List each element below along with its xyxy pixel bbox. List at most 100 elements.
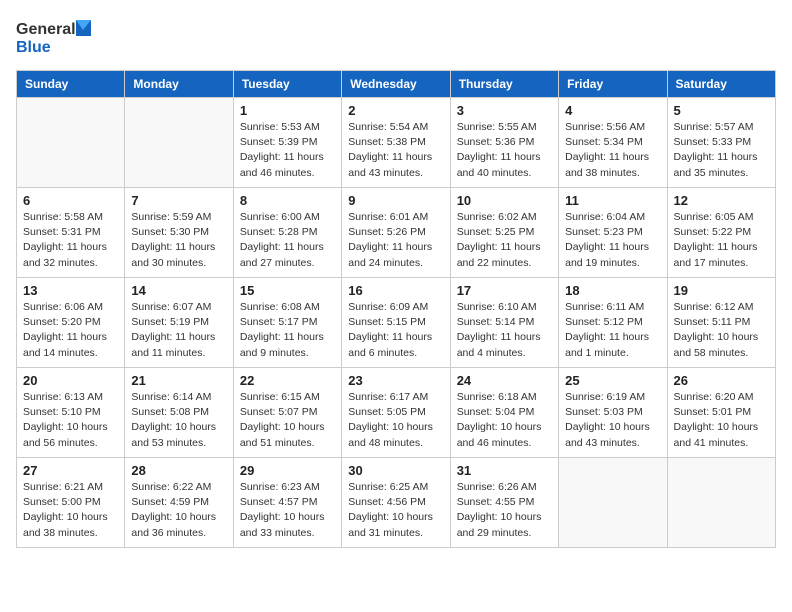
day-number: 2: [348, 103, 443, 118]
day-info: Sunrise: 5:57 AM Sunset: 5:33 PM Dayligh…: [674, 120, 769, 181]
day-number: 7: [131, 193, 226, 208]
day-number: 21: [131, 373, 226, 388]
weekday-header-monday: Monday: [125, 71, 233, 98]
calendar-cell: 16Sunrise: 6:09 AM Sunset: 5:15 PM Dayli…: [342, 278, 450, 368]
logo-svg: GeneralBlue: [16, 16, 96, 58]
calendar-cell: 14 Sunrise: 6:07 AM Sunset: 5:19 PM Dayli…: [125, 278, 233, 368]
day-info: Sunrise: 6:20 AM Sunset: 5:01 PM Dayligh…: [674, 390, 769, 451]
calendar-cell: 28 Sunrise: 6:22 AM Sunset: 4:59 PM Dayli…: [125, 458, 233, 548]
day-info: Sunrise: 6:01 AM Sunset: 5:26 PM Dayligh…: [348, 210, 443, 271]
calendar-cell: 4 Sunrise: 5:56 AM Sunset: 5:34 PM Daylig…: [559, 98, 667, 188]
day-number: 28: [131, 463, 226, 478]
weekday-header-thursday: Thursday: [450, 71, 558, 98]
day-info: Sunrise: 6:21 AM Sunset: 5:00 PM Dayligh…: [23, 480, 118, 541]
calendar-cell: 15 Sunrise: 6:08 AM Sunset: 5:17 PM Dayli…: [233, 278, 341, 368]
day-number: 27: [23, 463, 118, 478]
week-row-3: 13 Sunrise: 6:06 AM Sunset: 5:20 PM Dayli…: [17, 278, 776, 368]
day-number: 22: [240, 373, 335, 388]
day-number: 26: [674, 373, 769, 388]
day-number: 24: [457, 373, 552, 388]
calendar-cell: 26 Sunrise: 6:20 AM Sunset: 5:01 PM Dayli…: [667, 368, 775, 458]
calendar-cell: 29 Sunrise: 6:23 AM Sunset: 4:57 PM Dayli…: [233, 458, 341, 548]
calendar-cell: 11 Sunrise: 6:04 AM Sunset: 5:23 PM Dayli…: [559, 188, 667, 278]
calendar-cell: 3 Sunrise: 5:55 AM Sunset: 5:36 PM Daylig…: [450, 98, 558, 188]
day-number: 19: [674, 283, 769, 298]
calendar-cell: 25 Sunrise: 6:19 AM Sunset: 5:03 PM Dayli…: [559, 368, 667, 458]
day-info: Sunrise: 6:15 AM Sunset: 5:07 PM Dayligh…: [240, 390, 335, 451]
calendar-table: SundayMondayTuesdayWednesdayThursdayFrid…: [16, 70, 776, 548]
day-info: Sunrise: 6:17 AM Sunset: 5:05 PM Dayligh…: [348, 390, 443, 451]
calendar-cell: 10 Sunrise: 6:02 AM Sunset: 5:25 PM Dayli…: [450, 188, 558, 278]
weekday-header-row: SundayMondayTuesdayWednesdayThursdayFrid…: [17, 71, 776, 98]
day-number: 18: [565, 283, 660, 298]
day-info: Sunrise: 5:58 AM Sunset: 5:31 PM Dayligh…: [23, 210, 118, 271]
week-row-4: 20Sunrise: 6:13 AM Sunset: 5:10 PM Dayli…: [17, 368, 776, 458]
calendar-cell: [17, 98, 125, 188]
weekday-header-sunday: Sunday: [17, 71, 125, 98]
day-number: 6: [23, 193, 118, 208]
day-info: Sunrise: 6:22 AM Sunset: 4:59 PM Dayligh…: [131, 480, 226, 541]
day-info: Sunrise: 5:56 AM Sunset: 5:34 PM Dayligh…: [565, 120, 660, 181]
day-info: Sunrise: 6:08 AM Sunset: 5:17 PM Dayligh…: [240, 300, 335, 361]
day-info: Sunrise: 6:26 AM Sunset: 4:55 PM Dayligh…: [457, 480, 552, 541]
day-number: 12: [674, 193, 769, 208]
day-info: Sunrise: 6:19 AM Sunset: 5:03 PM Dayligh…: [565, 390, 660, 451]
calendar-cell: 22 Sunrise: 6:15 AM Sunset: 5:07 PM Dayli…: [233, 368, 341, 458]
day-number: 29: [240, 463, 335, 478]
day-number: 14: [131, 283, 226, 298]
calendar-cell: 27 Sunrise: 6:21 AM Sunset: 5:00 PM Dayli…: [17, 458, 125, 548]
day-info: Sunrise: 6:11 AM Sunset: 5:12 PM Dayligh…: [565, 300, 660, 361]
day-info: Sunrise: 6:07 AM Sunset: 5:19 PM Dayligh…: [131, 300, 226, 361]
day-info: Sunrise: 6:09 AM Sunset: 5:15 PM Dayligh…: [348, 300, 443, 361]
day-number: 25: [565, 373, 660, 388]
day-info: Sunrise: 6:06 AM Sunset: 5:20 PM Dayligh…: [23, 300, 118, 361]
calendar-cell: [125, 98, 233, 188]
day-info: Sunrise: 6:10 AM Sunset: 5:14 PM Dayligh…: [457, 300, 552, 361]
day-info: Sunrise: 6:02 AM Sunset: 5:25 PM Dayligh…: [457, 210, 552, 271]
calendar-cell: 7 Sunrise: 5:59 AM Sunset: 5:30 PM Daylig…: [125, 188, 233, 278]
day-info: Sunrise: 6:04 AM Sunset: 5:23 PM Dayligh…: [565, 210, 660, 271]
calendar-cell: 20Sunrise: 6:13 AM Sunset: 5:10 PM Dayli…: [17, 368, 125, 458]
day-info: Sunrise: 6:05 AM Sunset: 5:22 PM Dayligh…: [674, 210, 769, 271]
day-number: 30: [348, 463, 443, 478]
day-number: 31: [457, 463, 552, 478]
day-number: 10: [457, 193, 552, 208]
day-number: 15: [240, 283, 335, 298]
calendar-cell: 5 Sunrise: 5:57 AM Sunset: 5:33 PM Daylig…: [667, 98, 775, 188]
day-number: 9: [348, 193, 443, 208]
calendar-cell: 8Sunrise: 6:00 AM Sunset: 5:28 PM Daylig…: [233, 188, 341, 278]
day-number: 13: [23, 283, 118, 298]
day-number: 1: [240, 103, 335, 118]
day-info: Sunrise: 6:25 AM Sunset: 4:56 PM Dayligh…: [348, 480, 443, 541]
calendar-cell: 2 Sunrise: 5:54 AM Sunset: 5:38 PM Daylig…: [342, 98, 450, 188]
calendar-cell: 1 Sunrise: 5:53 AM Sunset: 5:39 PM Daylig…: [233, 98, 341, 188]
day-info: Sunrise: 6:14 AM Sunset: 5:08 PM Dayligh…: [131, 390, 226, 451]
week-row-5: 27 Sunrise: 6:21 AM Sunset: 5:00 PM Dayli…: [17, 458, 776, 548]
calendar-cell: 23 Sunrise: 6:17 AM Sunset: 5:05 PM Dayli…: [342, 368, 450, 458]
calendar-cell: 9 Sunrise: 6:01 AM Sunset: 5:26 PM Daylig…: [342, 188, 450, 278]
day-number: 23: [348, 373, 443, 388]
day-number: 4: [565, 103, 660, 118]
day-info: Sunrise: 5:54 AM Sunset: 5:38 PM Dayligh…: [348, 120, 443, 181]
day-info: Sunrise: 5:59 AM Sunset: 5:30 PM Dayligh…: [131, 210, 226, 271]
svg-text:General: General: [16, 21, 76, 38]
logo: GeneralBlue: [16, 16, 96, 58]
day-info: Sunrise: 5:53 AM Sunset: 5:39 PM Dayligh…: [240, 120, 335, 181]
calendar-cell: 18 Sunrise: 6:11 AM Sunset: 5:12 PM Dayli…: [559, 278, 667, 368]
calendar-cell: 24Sunrise: 6:18 AM Sunset: 5:04 PM Dayli…: [450, 368, 558, 458]
day-number: 5: [674, 103, 769, 118]
calendar-cell: 6 Sunrise: 5:58 AM Sunset: 5:31 PM Daylig…: [17, 188, 125, 278]
day-number: 11: [565, 193, 660, 208]
calendar-cell: 19 Sunrise: 6:12 AM Sunset: 5:11 PM Dayli…: [667, 278, 775, 368]
day-info: Sunrise: 6:12 AM Sunset: 5:11 PM Dayligh…: [674, 300, 769, 361]
weekday-header-tuesday: Tuesday: [233, 71, 341, 98]
day-info: Sunrise: 5:55 AM Sunset: 5:36 PM Dayligh…: [457, 120, 552, 181]
calendar-cell: 21 Sunrise: 6:14 AM Sunset: 5:08 PM Dayli…: [125, 368, 233, 458]
calendar-cell: 17Sunrise: 6:10 AM Sunset: 5:14 PM Dayli…: [450, 278, 558, 368]
calendar-cell: 31 Sunrise: 6:26 AM Sunset: 4:55 PM Dayli…: [450, 458, 558, 548]
day-info: Sunrise: 6:23 AM Sunset: 4:57 PM Dayligh…: [240, 480, 335, 541]
day-number: 3: [457, 103, 552, 118]
weekday-header-saturday: Saturday: [667, 71, 775, 98]
calendar-cell: [667, 458, 775, 548]
weekday-header-friday: Friday: [559, 71, 667, 98]
